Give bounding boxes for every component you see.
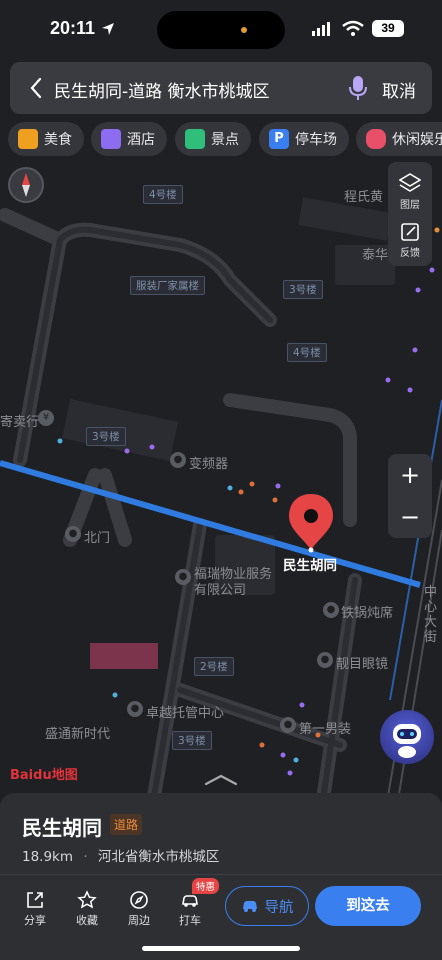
- map-label: 3号楼: [283, 280, 323, 299]
- map-label[interactable]: 铁锅炖席: [341, 602, 393, 621]
- expand-chevron-icon[interactable]: [203, 771, 239, 787]
- place-name: 民生胡同: [22, 816, 102, 840]
- chip-label: 休闲娱乐: [392, 132, 442, 148]
- map-label[interactable]: 卓越托管中心: [146, 702, 224, 721]
- poi-icon: ●: [127, 701, 143, 717]
- poi-icon: ●: [317, 652, 333, 668]
- layers-icon: [399, 173, 421, 192]
- location-pin: [289, 494, 333, 553]
- car-icon: [242, 901, 257, 912]
- map-label[interactable]: 有限公司: [194, 579, 246, 598]
- game-icon: [366, 129, 386, 149]
- compass-button[interactable]: [8, 167, 44, 203]
- edit-icon: [401, 223, 419, 241]
- zoom-out-button[interactable]: −: [388, 496, 432, 538]
- taxi-button[interactable]: 打车: [170, 888, 210, 928]
- meta-separator: ·: [83, 849, 88, 865]
- parking-icon: P: [269, 129, 289, 149]
- compass-icon: [22, 173, 30, 197]
- feedback-label: 反馈: [400, 248, 420, 259]
- poi-icon: ¥: [38, 410, 54, 426]
- poi-icon: ●: [323, 602, 339, 618]
- star-icon: [77, 890, 97, 909]
- map-label: 3号楼: [86, 427, 126, 446]
- pin-label[interactable]: 民生胡同: [283, 554, 337, 574]
- poi-icon: ●: [280, 717, 296, 733]
- status-time: 20:11: [50, 18, 96, 38]
- share-icon: [27, 892, 43, 908]
- map-label[interactable]: 程氏黄: [344, 186, 383, 205]
- promo-badge: 特惠: [192, 878, 220, 894]
- share-button[interactable]: 分享: [15, 888, 55, 928]
- chip-label: 美食: [44, 132, 72, 148]
- back-arrow-icon[interactable]: [22, 73, 50, 103]
- map-label[interactable]: 盛通新时代: [45, 723, 110, 742]
- map-tools-panel: 图层 反馈: [388, 162, 432, 266]
- map-label[interactable]: 靓目眼镜: [336, 653, 388, 672]
- chip-scenic[interactable]: 景点: [175, 122, 251, 156]
- navigate-button[interactable]: 导航: [225, 886, 309, 926]
- robot-icon: [393, 724, 421, 758]
- map-label[interactable]: 北门: [84, 527, 110, 546]
- chip-label: 停车场: [295, 132, 337, 148]
- layers-label: 图层: [400, 200, 420, 211]
- food-icon: [18, 129, 38, 149]
- dynamic-island: [157, 11, 285, 49]
- battery-indicator: 39: [372, 20, 404, 37]
- favorite-label: 收藏: [76, 914, 98, 927]
- nearby-button[interactable]: 周边: [119, 888, 159, 928]
- chip-label: 景点: [211, 132, 239, 148]
- chip-food[interactable]: 美食: [8, 122, 84, 156]
- chip-label: 酒店: [127, 132, 155, 148]
- place-distance: 18.9km: [22, 849, 74, 865]
- cancel-button[interactable]: 取消: [382, 77, 416, 102]
- ai-assistant-button[interactable]: [380, 710, 434, 764]
- microphone-icon[interactable]: [346, 74, 370, 102]
- feedback-button[interactable]: 反馈: [388, 216, 432, 266]
- search-bar[interactable]: 民生胡同-道路 衡水市桃城区 取消: [10, 62, 432, 114]
- map-label: 3号楼: [172, 731, 212, 750]
- map-label[interactable]: 寄卖行: [0, 411, 39, 430]
- share-label: 分享: [24, 914, 46, 927]
- map-label: 服装厂家属楼: [130, 276, 205, 295]
- layers-button[interactable]: 图层: [388, 164, 432, 214]
- map-label: 4号楼: [287, 343, 327, 362]
- hotel-icon: [101, 129, 121, 149]
- compass-icon: [130, 891, 148, 909]
- poi-icon: ●: [170, 452, 186, 468]
- navigate-label: 导航: [264, 899, 294, 916]
- search-query[interactable]: 民生胡同-道路 衡水市桃城区: [54, 77, 270, 102]
- location-arrow-icon: [102, 23, 114, 35]
- poi-icon: ●: [65, 526, 81, 542]
- poi-highlight: [90, 643, 158, 669]
- place-meta: 18.9km · 河北省衡水市桃城区: [22, 845, 219, 865]
- place-address: 河北省衡水市桃城区: [97, 849, 220, 865]
- favorite-button[interactable]: 收藏: [67, 888, 107, 928]
- taxi-label: 打车: [179, 914, 201, 927]
- nearby-label: 周边: [128, 914, 150, 927]
- zoom-controls: + −: [388, 454, 432, 538]
- map-label[interactable]: 变频器: [189, 453, 228, 472]
- wifi-icon: [342, 20, 364, 36]
- sheet-divider: [0, 874, 442, 875]
- poi-icon: ●: [175, 569, 191, 585]
- map-label: 2号楼: [194, 657, 234, 676]
- chip-parking[interactable]: P 停车场: [259, 122, 349, 156]
- signal-icon: [312, 22, 330, 36]
- status-bar: 20:11 39: [0, 0, 442, 58]
- chip-entertainment[interactable]: 休闲娱乐: [356, 122, 442, 156]
- category-chips: 美食 酒店 景点 P 停车场 休闲娱乐: [0, 122, 442, 158]
- map-label: 4号楼: [143, 185, 183, 204]
- chip-hotel[interactable]: 酒店: [91, 122, 167, 156]
- zoom-in-button[interactable]: +: [388, 454, 432, 496]
- map-label[interactable]: 泰华: [362, 244, 388, 263]
- home-indicator[interactable]: [142, 946, 300, 951]
- go-here-button[interactable]: 到这去: [315, 886, 421, 926]
- map-label[interactable]: 第一男装: [299, 718, 351, 737]
- map-label: 中心大街: [424, 585, 438, 645]
- baidu-logo: Baidu地图: [10, 768, 78, 783]
- place-type-tag: 道路: [110, 814, 143, 835]
- scenic-icon: [185, 129, 205, 149]
